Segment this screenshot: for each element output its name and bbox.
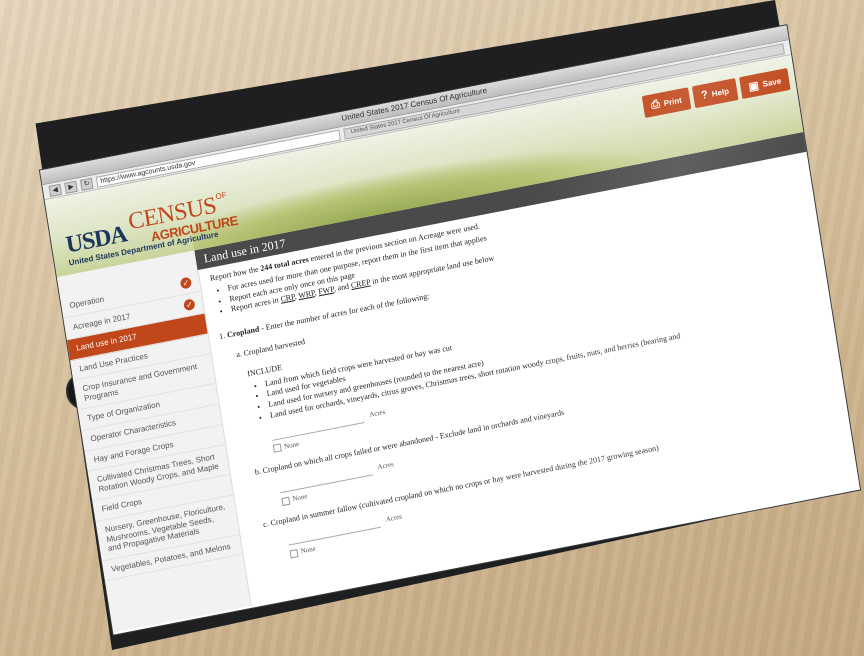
none-label: None xyxy=(300,544,317,556)
none-label: None xyxy=(283,439,300,451)
logo-of: OF xyxy=(214,190,228,202)
wrp-link[interactable]: WRP xyxy=(298,289,316,301)
reload-icon[interactable]: ↻ xyxy=(79,177,94,191)
sidebar-item-label: Field Crops xyxy=(101,497,143,514)
acres-label: Acres xyxy=(376,459,395,472)
none-checkbox[interactable] xyxy=(281,496,291,506)
help-icon: ? xyxy=(700,88,709,102)
sidebar-item-label: Operation xyxy=(68,294,105,310)
print-label: Print xyxy=(663,95,683,108)
none-label: None xyxy=(291,492,309,504)
printer-icon: ⎙ xyxy=(650,97,661,112)
print-button[interactable]: ⎙ Print xyxy=(641,87,692,118)
check-icon: ✓ xyxy=(179,276,193,290)
save-icon: ▣ xyxy=(747,79,760,94)
forward-icon[interactable]: ▶ xyxy=(64,180,78,194)
crp-link[interactable]: CRP xyxy=(280,293,295,305)
back-icon[interactable]: ◀ xyxy=(48,183,62,197)
tablet-screen: United States 2017 Census Of Agriculture… xyxy=(39,25,861,635)
save-button[interactable]: ▣ Save xyxy=(738,67,791,100)
none-checkbox[interactable] xyxy=(272,443,282,454)
screen-holder: United States 2017 Census Of Agriculture… xyxy=(0,0,864,656)
save-label: Save xyxy=(761,75,782,89)
help-button[interactable]: ? Help xyxy=(691,78,739,109)
help-label: Help xyxy=(711,86,730,99)
none-checkbox[interactable] xyxy=(289,548,299,559)
fwp-link[interactable]: FWP xyxy=(318,285,335,297)
acres-label: Acres xyxy=(385,512,403,524)
acres-label: Acres xyxy=(368,407,386,419)
check-icon: ✓ xyxy=(183,298,196,312)
